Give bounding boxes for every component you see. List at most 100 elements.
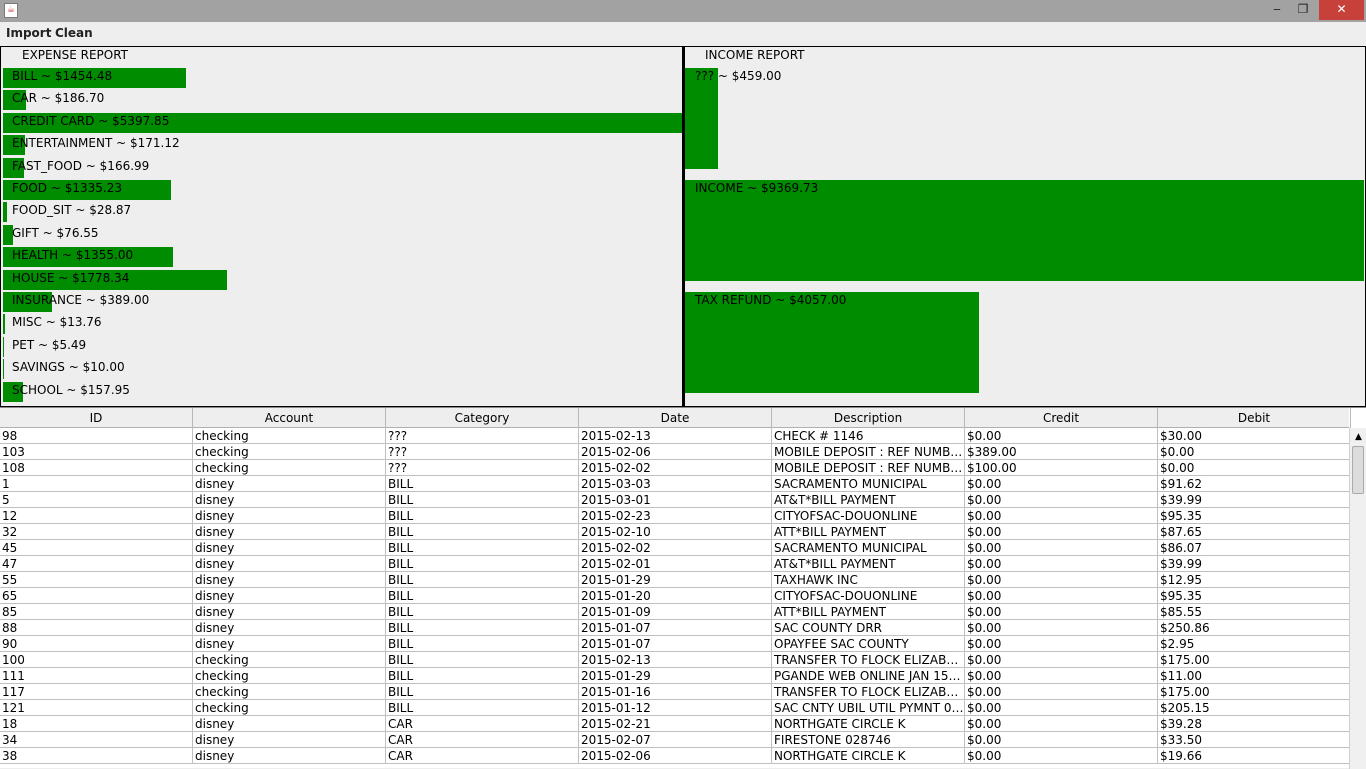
table-row[interactable]: 117 checking BILL 2015-01-16 TRANSFER TO FLO…	[0, 684, 1351, 700]
table-cell[interactable]: disney	[193, 620, 386, 636]
java-icon[interactable]: ☕	[4, 3, 18, 18]
table-cell[interactable]: $86.07	[1158, 540, 1351, 556]
table-cell[interactable]: BILL	[386, 556, 579, 572]
table-cell[interactable]: 85	[0, 604, 193, 620]
table-cell[interactable]: CAR	[386, 732, 579, 748]
table-cell[interactable]: 18	[0, 716, 193, 732]
table-cell[interactable]: 2015-02-06	[579, 748, 772, 764]
table-row[interactable]: 88 disney BILL 2015-01-07 SAC COUNTY DRR $0.0…	[0, 620, 1351, 636]
table-cell[interactable]: CITYOFSAC-DOUONLINE	[772, 508, 965, 524]
table-row[interactable]: 98 checking??? 2015-02-13 CHECK # 1146 $0.00…	[0, 428, 1351, 444]
column-header[interactable]: Debit	[1158, 408, 1351, 428]
table-row[interactable]: 12 disney BILL 2015-02-23 CITYOFSAC-DOUONLIN…	[0, 508, 1351, 524]
table-cell[interactable]: $0.00	[1158, 460, 1351, 476]
table-row[interactable]: 108 checking??? 2015-02-02 MOBILE DEPOSIT :…	[0, 460, 1351, 476]
table-cell[interactable]: BILL	[386, 588, 579, 604]
table-cell[interactable]: disney	[193, 588, 386, 604]
table-cell[interactable]: $0.00	[965, 508, 1158, 524]
table-cell[interactable]: 2015-01-16	[579, 684, 772, 700]
table-cell[interactable]: 2015-02-06	[579, 444, 772, 460]
table-cell[interactable]: $0.00	[965, 748, 1158, 764]
table-cell[interactable]: 45	[0, 540, 193, 556]
column-header[interactable]: Date	[579, 408, 772, 428]
table-cell[interactable]: $30.00	[1158, 428, 1351, 444]
table-row[interactable]: 38 disney CAR 2015-02-06 NORTHGATE CIRCLE K $…	[0, 748, 1351, 764]
table-cell[interactable]: $100.00	[965, 460, 1158, 476]
table-cell[interactable]: $0.00	[965, 492, 1158, 508]
table-cell[interactable]: 2015-01-12	[579, 700, 772, 716]
table-cell[interactable]: BILL	[386, 492, 579, 508]
scroll-up-arrow-icon[interactable]: ▲	[1351, 430, 1366, 444]
table-cell[interactable]: $175.00	[1158, 652, 1351, 668]
table-cell[interactable]: 121	[0, 700, 193, 716]
table-cell[interactable]: $0.00	[965, 540, 1158, 556]
table-cell[interactable]: disney	[193, 636, 386, 652]
table-cell[interactable]: 5	[0, 492, 193, 508]
table-cell[interactable]: disney	[193, 556, 386, 572]
table-row[interactable]: 111 checking BILL 2015-01-29 PGANDE WEB ONLI…	[0, 668, 1351, 684]
table-cell[interactable]: 2015-01-29	[579, 668, 772, 684]
table-cell[interactable]: 2015-02-23	[579, 508, 772, 524]
column-header[interactable]: Category	[386, 408, 579, 428]
table-cell[interactable]: 2015-02-13	[579, 652, 772, 668]
table-row[interactable]: 55 disney BILL 2015-01-29 TAXHAWK INC $0.00 $1…	[0, 572, 1351, 588]
table-cell[interactable]: CAR	[386, 748, 579, 764]
table-cell[interactable]: ATT*BILL PAYMENT	[772, 524, 965, 540]
transactions-table[interactable]: ID Account Category Date Description Credit De…	[0, 407, 1366, 769]
table-cell[interactable]: ATT*BILL PAYMENT	[772, 604, 965, 620]
table-row[interactable]: 18 disney CAR 2015-02-21 NORTHGATE CIRCLE K $…	[0, 716, 1351, 732]
table-cell[interactable]: 34	[0, 732, 193, 748]
table-cell[interactable]: $0.00	[965, 636, 1158, 652]
table-cell[interactable]: 2015-02-07	[579, 732, 772, 748]
table-row[interactable]: 100 checking BILL 2015-02-13 TRANSFER TO FLO…	[0, 652, 1351, 668]
table-cell[interactable]: $0.00	[1158, 444, 1351, 460]
table-cell[interactable]: 2015-03-01	[579, 492, 772, 508]
table-cell[interactable]: AT&T*BILL PAYMENT	[772, 556, 965, 572]
table-cell[interactable]: $0.00	[965, 524, 1158, 540]
table-row[interactable]: 5 disney BILL 2015-03-01 AT&T*BILL PAYMENT $0…	[0, 492, 1351, 508]
table-cell[interactable]: MOBILE DEPOSIT : REF NUMBE...	[772, 460, 965, 476]
table-cell[interactable]: $205.15	[1158, 700, 1351, 716]
table-row[interactable]: 47 disney BILL 2015-02-01 AT&T*BILL PAYMENT $…	[0, 556, 1351, 572]
table-cell[interactable]: BILL	[386, 668, 579, 684]
table-cell[interactable]: ???	[386, 444, 579, 460]
table-cell[interactable]: ???	[386, 460, 579, 476]
table-cell[interactable]: BILL	[386, 636, 579, 652]
table-cell[interactable]: FIRESTONE 028746	[772, 732, 965, 748]
table-cell[interactable]: BILL	[386, 652, 579, 668]
table-cell[interactable]: checking	[193, 460, 386, 476]
table-cell[interactable]: $11.00	[1158, 668, 1351, 684]
table-cell[interactable]: checking	[193, 652, 386, 668]
table-cell[interactable]: $33.50	[1158, 732, 1351, 748]
table-cell[interactable]: BILL	[386, 572, 579, 588]
column-header[interactable]: Description	[772, 408, 965, 428]
table-cell[interactable]: $91.62	[1158, 476, 1351, 492]
table-cell[interactable]: 2015-01-09	[579, 604, 772, 620]
table-cell[interactable]: $0.00	[965, 668, 1158, 684]
table-cell[interactable]: 2015-01-20	[579, 588, 772, 604]
table-cell[interactable]: 2015-01-29	[579, 572, 772, 588]
table-cell[interactable]: 108	[0, 460, 193, 476]
table-cell[interactable]: 2015-02-21	[579, 716, 772, 732]
table-cell[interactable]: 2015-02-01	[579, 556, 772, 572]
table-cell[interactable]: $39.28	[1158, 716, 1351, 732]
column-header[interactable]: Account	[193, 408, 386, 428]
table-cell[interactable]: $0.00	[965, 684, 1158, 700]
vertical-scrollbar[interactable]: ▲	[1349, 428, 1366, 769]
table-cell[interactable]: $0.00	[965, 588, 1158, 604]
table-cell[interactable]: BILL	[386, 620, 579, 636]
table-cell[interactable]: 2015-02-02	[579, 540, 772, 556]
table-cell[interactable]: $0.00	[965, 556, 1158, 572]
table-cell[interactable]: CITYOFSAC-DOUONLINE	[772, 588, 965, 604]
table-cell[interactable]: 55	[0, 572, 193, 588]
table-cell[interactable]: SAC COUNTY DRR	[772, 620, 965, 636]
table-cell[interactable]: $0.00	[965, 604, 1158, 620]
table-cell[interactable]: BILL	[386, 476, 579, 492]
table-cell[interactable]: $0.00	[965, 428, 1158, 444]
table-row[interactable]: 103 checking??? 2015-02-06 MOBILE DEPOSIT :…	[0, 444, 1351, 460]
table-cell[interactable]: disney	[193, 716, 386, 732]
table-cell[interactable]: $0.00	[965, 620, 1158, 636]
table-cell[interactable]: $0.00	[965, 572, 1158, 588]
table-cell[interactable]: disney	[193, 604, 386, 620]
table-cell[interactable]: NORTHGATE CIRCLE K	[772, 716, 965, 732]
